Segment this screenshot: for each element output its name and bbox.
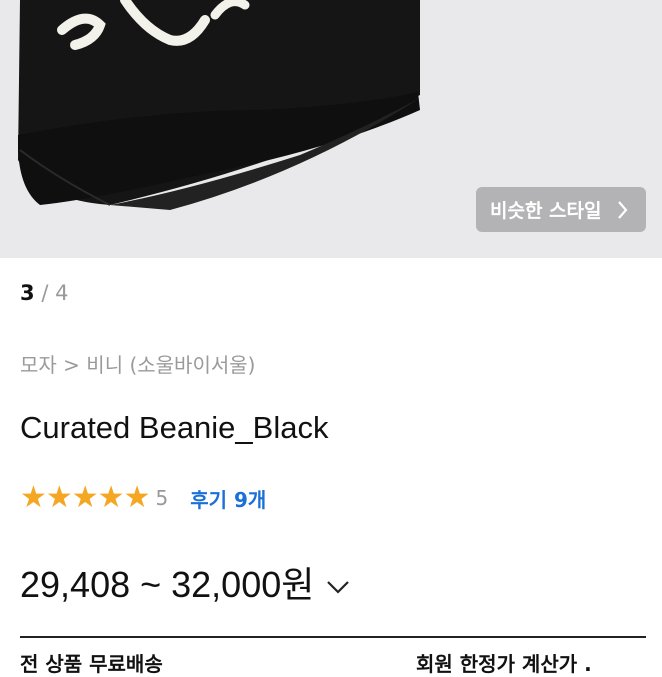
pager-current: 3 — [20, 281, 35, 305]
similar-style-label: 비슷한 스타일 — [490, 200, 602, 222]
price-range: 29,408 ~ 32,000원 — [20, 556, 350, 608]
rating-score: 5 — [155, 486, 169, 510]
image-pager: 3 / 4 — [20, 281, 68, 305]
similar-style-button[interactable]: 비슷한 스타일 — [476, 187, 646, 232]
rating-stars-icon: ★★★★★ — [20, 480, 150, 515]
chevron-down-icon[interactable] — [326, 561, 350, 603]
chevron-right-icon — [618, 201, 628, 219]
breadcrumb-subcategory[interactable]: 비니 (소울바이서울) — [86, 353, 255, 377]
product-rating: ★★★★★ 5 후기 9개 — [20, 481, 266, 515]
product-image-gallery[interactable]: 비슷한 스타일 — [0, 0, 662, 258]
price-text: 29,408 ~ 32,000원 — [20, 564, 315, 605]
reviews-link[interactable]: 후기 9개 — [190, 484, 266, 513]
product-title: Curated Beanie_Black — [20, 410, 329, 445]
shipping-info: 전 상품 무료배송 — [20, 652, 163, 676]
pager-separator: / — [41, 281, 49, 305]
member-price-info: 회원 한정가 계산가 . — [416, 652, 592, 676]
breadcrumb-category[interactable]: 모자 — [20, 353, 57, 377]
section-divider — [20, 636, 646, 638]
breadcrumb: 모자 > 비니 (소울바이서울) — [20, 349, 255, 378]
pager-total: 4 — [55, 281, 69, 305]
breadcrumb-arrow: > — [63, 353, 80, 377]
